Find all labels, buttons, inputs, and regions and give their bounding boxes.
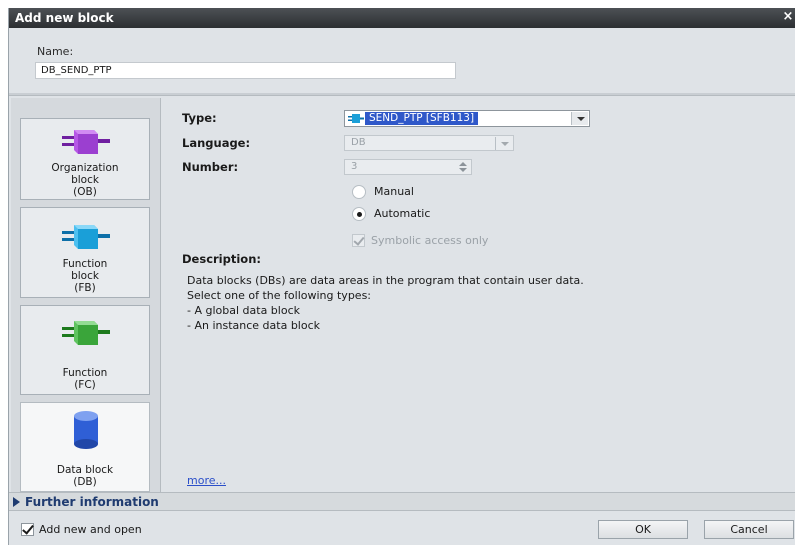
data-block-button[interactable]: Data block (DB) — [20, 402, 150, 492]
description-line: Data blocks (DBs) are data areas in the … — [187, 274, 584, 287]
chevron-down-icon[interactable] — [571, 112, 588, 125]
add-new-and-open-checkbox[interactable] — [21, 523, 34, 536]
add-new-block-dialog: Add new block × Name: Organization block… — [8, 8, 795, 545]
block-type-panel: Organization block (OB) Function block (… — [11, 98, 161, 492]
properties-panel: Type: SEND_PTP [SFB113] Language: DB Num… — [162, 98, 795, 492]
manual-radio[interactable] — [352, 185, 366, 199]
number-stepper[interactable]: 3 — [344, 159, 472, 175]
description-line: - A global data block — [187, 304, 300, 317]
add-new-and-open-label: Add new and open — [39, 523, 142, 536]
name-label: Name: — [37, 45, 74, 58]
description-title: Description: — [182, 252, 261, 266]
description-text: Data blocks (DBs) are data areas in the … — [187, 273, 584, 333]
language-label: Language: — [182, 136, 251, 150]
function-icon — [62, 321, 110, 345]
function-block-icon — [62, 225, 110, 249]
symbolic-access-label: Symbolic access only — [371, 234, 489, 247]
manual-label: Manual — [374, 185, 414, 198]
ob-label-line1: Organization — [51, 162, 119, 174]
fb-label-line2: block — [71, 270, 99, 282]
symbolic-access-checkbox — [352, 234, 365, 247]
title-bar: Add new block × — [9, 8, 795, 28]
close-button[interactable]: × — [782, 10, 794, 24]
type-dropdown[interactable]: SEND_PTP [SFB113] — [344, 110, 590, 127]
ok-button[interactable]: OK — [598, 520, 688, 539]
fb-label-line3: (FB) — [74, 282, 96, 294]
description-line: Select one of the following types: — [187, 289, 372, 302]
more-link[interactable]: more... — [187, 474, 226, 487]
function-block-button[interactable]: Function block (FB) — [20, 207, 150, 298]
automatic-radio[interactable] — [352, 207, 366, 221]
name-input[interactable] — [35, 62, 456, 79]
footer-bar: Add new and open OK Cancel — [9, 511, 795, 545]
function-button[interactable]: Function (FC) — [20, 305, 150, 395]
fc-label-line2: (FC) — [74, 379, 96, 391]
spin-arrows-icon[interactable] — [457, 161, 469, 173]
ob-label-line3: (OB) — [73, 186, 97, 198]
expand-triangle-icon[interactable] — [13, 497, 20, 507]
chevron-down-icon[interactable] — [495, 137, 512, 150]
db-label-line2: (DB) — [73, 476, 97, 488]
further-information-label: Further information — [25, 495, 159, 509]
type-label: Type: — [182, 111, 217, 125]
language-value: DB — [351, 137, 366, 148]
cancel-button[interactable]: Cancel — [704, 520, 794, 539]
ob-label-line2: block — [71, 174, 99, 186]
type-selected-value: SEND_PTP [SFB113] — [365, 112, 479, 125]
language-dropdown[interactable]: DB — [344, 135, 514, 151]
db-label-line1: Data block — [56, 464, 114, 476]
function-block-icon — [348, 114, 364, 123]
data-block-icon — [74, 411, 98, 449]
organization-block-icon — [62, 130, 110, 154]
dialog-title: Add new block — [15, 11, 114, 25]
fb-label-line1: Function — [62, 258, 108, 270]
further-information-toggle[interactable]: Further information — [9, 492, 795, 511]
description-line: - An instance data block — [187, 319, 321, 332]
fc-label-line1: Function — [62, 367, 108, 379]
organization-block-button[interactable]: Organization block (OB) — [20, 118, 150, 200]
number-label: Number: — [182, 160, 239, 174]
automatic-label: Automatic — [374, 207, 431, 220]
number-value: 3 — [351, 161, 358, 172]
separator — [9, 93, 795, 96]
